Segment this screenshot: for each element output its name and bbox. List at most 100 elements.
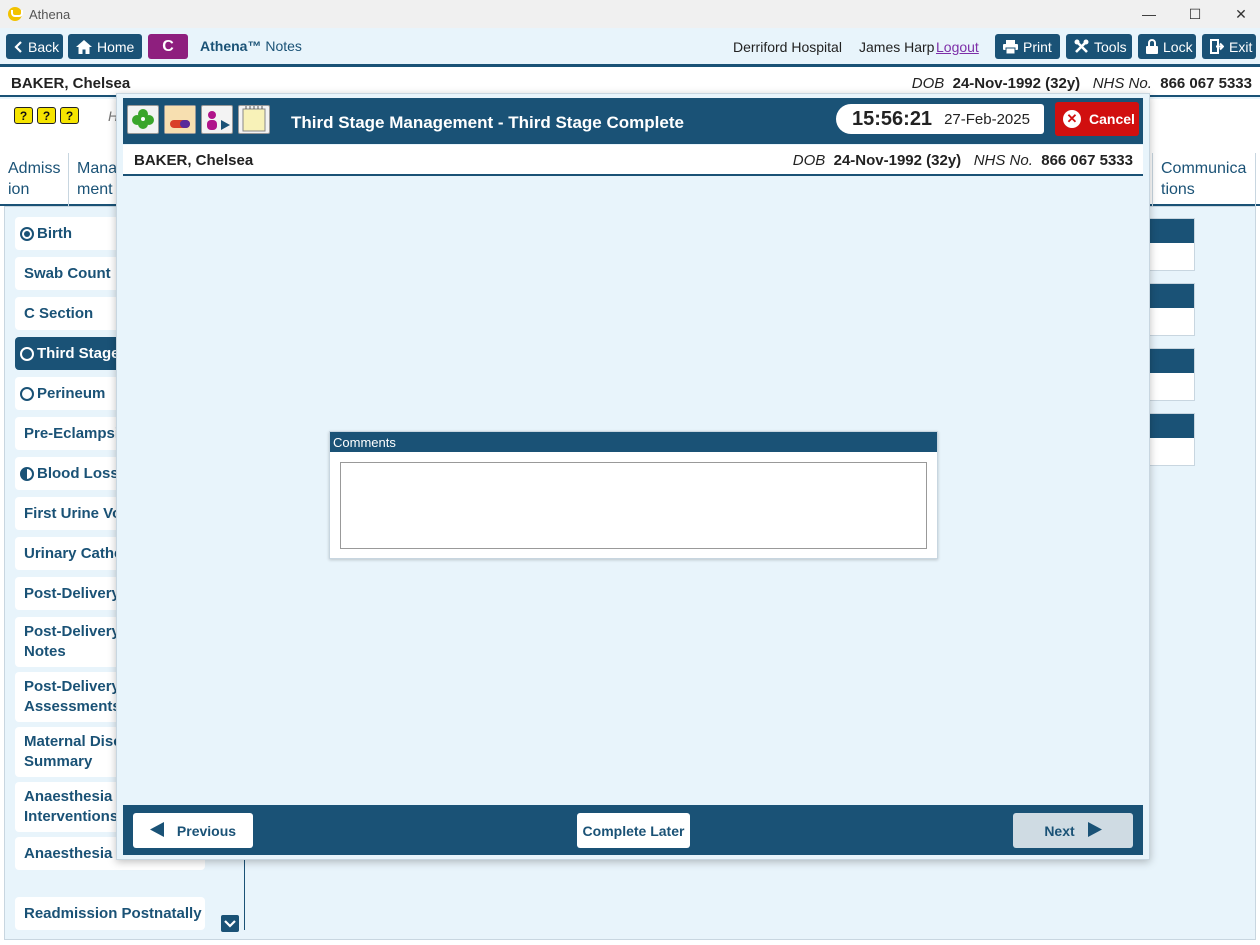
dialog-nhs-value: 866 067 5333 — [1041, 152, 1133, 169]
maximize-button[interactable]: ☐ — [1172, 0, 1218, 28]
tab-admission[interactable]: Admiss ion — [0, 153, 69, 206]
status-radio-icon — [20, 346, 34, 361]
hospital-name: Derriford Hospital — [733, 39, 842, 55]
nav-item-label: Anaesthesia Interventions — [24, 788, 119, 825]
previous-label: Previous — [176, 822, 237, 839]
dob-value: 24-Nov-1992 (32y) — [952, 75, 1081, 92]
shamrock-icon[interactable] — [127, 105, 159, 134]
status-radio-icon — [20, 226, 34, 241]
next-button[interactable]: Next — [1013, 813, 1133, 848]
comments-header: Comments — [330, 432, 937, 452]
tab-communications[interactable]: Communica tions — [1152, 153, 1256, 206]
print-label: Print — [1023, 38, 1052, 55]
nav-item-label: Birth — [37, 224, 72, 242]
dialog-dob-label: DOB — [792, 152, 826, 169]
medication-pill-icon[interactable] — [164, 105, 196, 134]
dialog-footer: Previous Complete Later Next — [123, 805, 1143, 855]
dialog-patient-name: BAKER, Chelsea — [134, 152, 254, 169]
query-icon[interactable]: ? — [60, 107, 79, 124]
quick-icons: ? ? ? — [14, 107, 79, 124]
logout-link[interactable]: Logout — [936, 39, 979, 55]
patient-name: BAKER, Chelsea — [11, 75, 131, 92]
close-circle-icon: ✕ — [1063, 110, 1081, 128]
notepad-icon[interactable] — [238, 105, 270, 134]
nav-item-label: Swab Count — [24, 264, 111, 282]
cancel-label: Cancel — [1089, 111, 1135, 127]
help-list-icon[interactable]: ? — [14, 107, 33, 124]
back-button[interactable]: Back — [6, 34, 63, 59]
close-window-button[interactable]: ✕ — [1218, 0, 1260, 28]
printer-icon — [1003, 39, 1018, 54]
clinical-badge-button[interactable]: C — [148, 34, 188, 59]
exit-button[interactable]: Exit — [1202, 34, 1256, 59]
previous-button[interactable]: Previous — [133, 813, 253, 848]
window-title: Athena — [29, 6, 71, 22]
nav-item-label: Post-Delivery Notes — [24, 623, 120, 660]
print-button[interactable]: Print — [995, 34, 1060, 59]
comments-input[interactable] — [340, 462, 927, 549]
home-button[interactable]: Home — [68, 34, 142, 59]
tools-label: Tools — [1094, 38, 1127, 55]
nav-item-label: Third Stage — [37, 344, 120, 362]
exit-label: Exit — [1229, 38, 1253, 55]
nav-item-label: First Urine Voi — [24, 504, 126, 522]
nhs-value: 866 067 5333 — [1160, 75, 1252, 92]
arrow-right-icon — [1087, 821, 1102, 840]
top-toolbar: Back Home C Athena™ Notes Derriford Hosp… — [0, 28, 1260, 65]
nav-item[interactable]: Readmission Postnatally — [15, 897, 205, 930]
panel-divider — [244, 850, 245, 930]
dob-label: DOB — [911, 75, 945, 92]
exit-icon — [1210, 39, 1224, 54]
scroll-down-button[interactable] — [221, 915, 239, 932]
nav-item-label: Pre-Eclampsia — [24, 424, 128, 442]
tab-admission-line2: ion — [8, 181, 30, 198]
tab-management[interactable]: Mana ment — [69, 153, 119, 206]
tab-management-line2: ment — [77, 181, 113, 198]
nav-item-label: Urinary Cathe — [24, 544, 123, 562]
lock-icon — [1146, 39, 1158, 54]
tab-management-line1: Mana — [77, 160, 118, 177]
help-icon[interactable]: ? — [37, 107, 56, 124]
clock-time: 15:56:21 — [852, 107, 933, 130]
status-radio-icon — [20, 466, 34, 481]
window-titlebar: Athena — ☐ ✕ — [0, 0, 1260, 28]
dialog-dob-value: 24-Nov-1992 (32y) — [833, 152, 962, 169]
tab-admission-line1: Admiss — [8, 160, 61, 177]
arrow-left-icon — [149, 821, 165, 840]
third-stage-dialog: Third Stage Management - Third Stage Com… — [116, 93, 1150, 860]
nav-item-label: Readmission Postnatally — [24, 904, 202, 922]
dialog-title: Third Stage Management - Third Stage Com… — [291, 113, 684, 132]
home-label: Home — [97, 38, 135, 55]
athena-logo-icon — [8, 7, 23, 21]
lock-label: Lock — [1163, 38, 1193, 55]
chevron-left-icon — [14, 40, 23, 53]
comments-panel: Comments — [329, 431, 938, 559]
tools-button[interactable]: Tools — [1066, 34, 1132, 59]
nav-item-label: Post-Delivery Assessments — [24, 678, 121, 715]
clock-display: 15:56:21 27-Feb-2025 — [836, 104, 1044, 134]
dialog-header: Third Stage Management - Third Stage Com… — [123, 98, 1143, 144]
patient-transfer-icon[interactable] — [201, 105, 233, 134]
nav-item-label: Maternal Disc Summary — [24, 733, 122, 770]
next-label: Next — [1044, 822, 1075, 839]
tab-communications-line1: Communica — [1161, 160, 1247, 177]
dialog-patient-banner: BAKER, Chelsea DOB 24-Nov-1992 (32y) NHS… — [123, 145, 1143, 176]
minimize-button[interactable]: — — [1126, 0, 1172, 28]
cancel-button[interactable]: ✕ Cancel — [1055, 102, 1139, 136]
nhs-label: NHS No. — [1092, 75, 1152, 92]
nav-item-label: Perineum — [37, 384, 106, 402]
chevron-down-icon — [221, 919, 239, 936]
dialog-nhs-label: NHS No. — [973, 152, 1033, 169]
clock-date: 27-Feb-2025 — [944, 110, 1030, 128]
nav-item-label: Post-Delivery — [24, 584, 120, 602]
dialog-patient-info: DOB 24-Nov-1992 (32y) NHS No. 866 067 53… — [793, 152, 1133, 169]
status-radio-icon — [20, 386, 34, 401]
home-icon — [76, 39, 92, 54]
app-brand: Athena™ — [200, 38, 262, 54]
app-name: Athena™ Notes — [200, 38, 302, 54]
nav-item-label: C Section — [24, 304, 94, 322]
lock-button[interactable]: Lock — [1138, 34, 1196, 59]
user-name: James Harp — [859, 39, 935, 55]
complete-later-button[interactable]: Complete Later — [577, 813, 690, 848]
tab-communications-line2: tions — [1161, 181, 1195, 198]
